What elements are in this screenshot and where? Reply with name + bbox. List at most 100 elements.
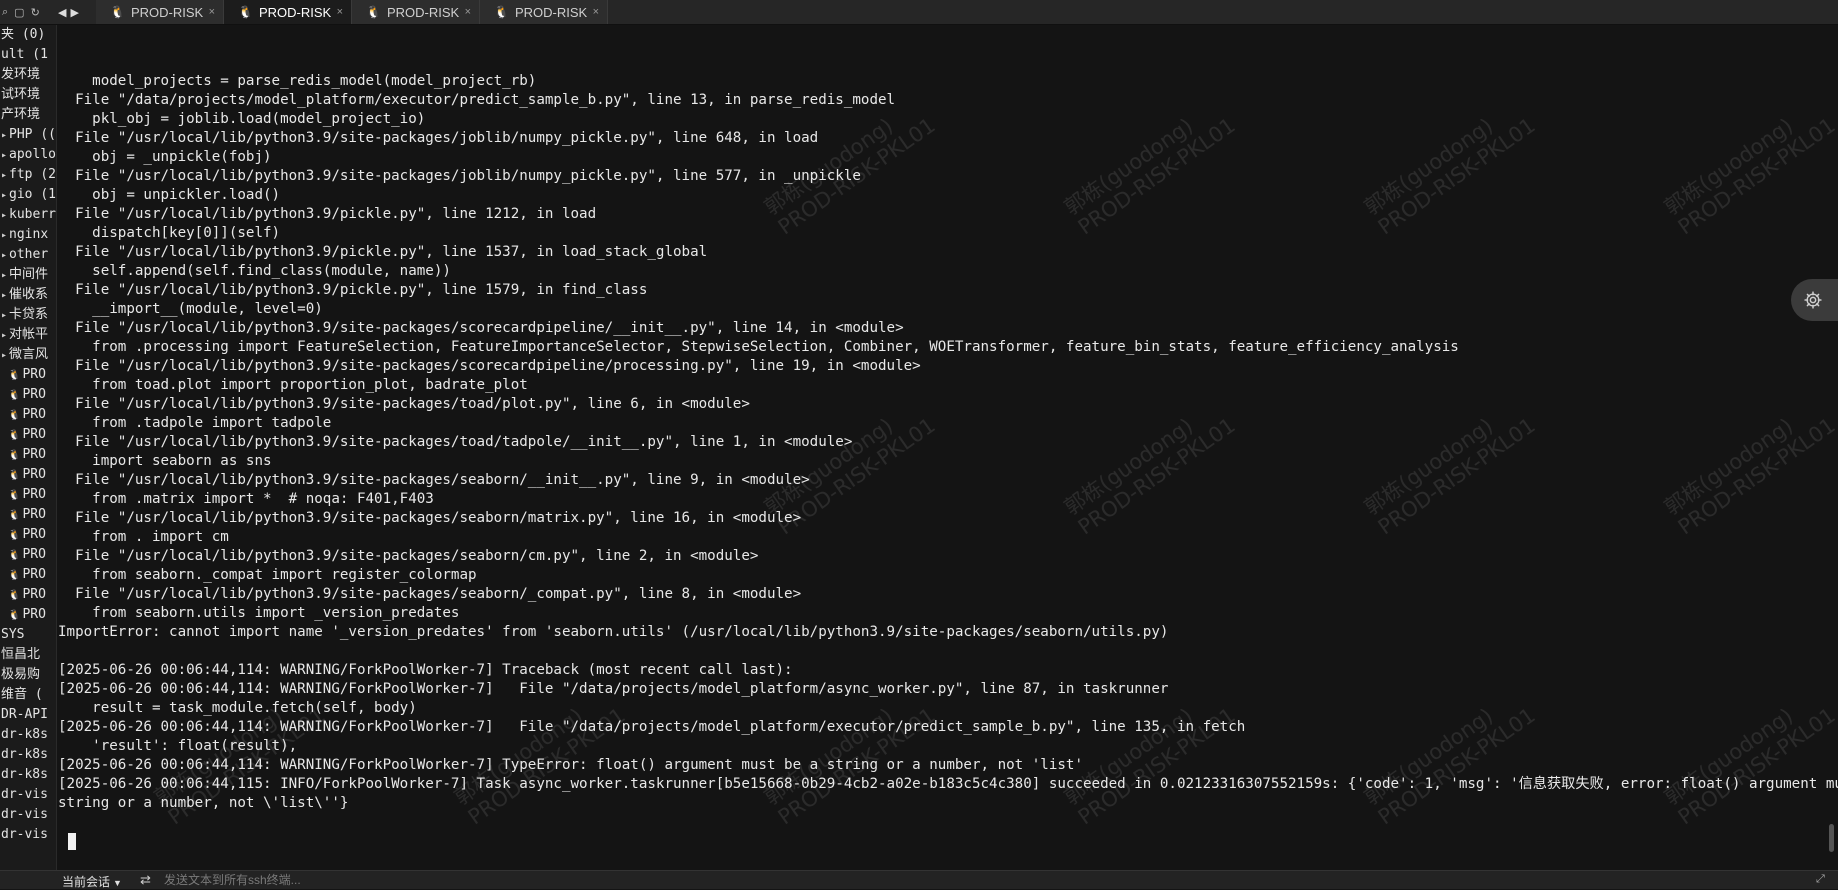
close-icon[interactable]: × [465,6,471,18]
sidebar-item-label: DR-API [1,707,48,722]
sidebar-item-label: nginx [9,227,49,242]
expand-icon[interactable]: ⤢ [1816,873,1825,886]
terminal-line: from seaborn.utils import _version_preda… [58,605,460,621]
sidebar-item[interactable]: ▸ ftp (2 [0,165,56,185]
tab-3[interactable]: 🐧 PROD-RISK-... × [352,0,480,24]
sidebar-item-label: 中间件 [9,267,49,282]
window-icon[interactable]: ▢ [14,6,24,19]
tab-label: PROD-RISK-... [514,4,587,20]
sidebar-item[interactable]: ▸ kuberr [0,205,56,225]
swap-icon[interactable]: ⇄ [140,872,151,888]
sidebar-item-label: other [9,247,49,262]
sidebar-item[interactable]: ▸ 卡贷系 [0,305,56,325]
session-list: 夹 (0) ult (1 发环境 试环境 产环境 ▸ PHP ((▸ apollo ▸ ftp (… [0,25,56,845]
toolbar-icons: ⌕ ▢ ↻ [0,6,50,19]
sidebar-item[interactable]: 🐧 PRO [0,405,56,425]
sidebar-item-label: SYS [1,627,25,642]
sidebar-item-label: dr-vis [1,807,48,822]
tux-icon: 🐧 [8,370,21,381]
sidebar-item-label: apollo [9,147,56,162]
sidebar-item[interactable]: 夹 (0) [0,25,56,45]
sidebar-item-label: 极易购 [1,667,41,682]
sidebar-item[interactable]: dr-k8s [0,745,56,765]
sidebar-item[interactable]: ▸ 微言风 [0,345,56,365]
terminal-line: [2025-06-26 00:06:44,114: WARNING/ForkPo… [58,757,1083,773]
sidebar-item[interactable]: dr-vis [0,825,56,845]
terminal-line: File "/usr/local/lib/python3.9/site-pack… [58,510,802,526]
sidebar-item[interactable]: DR-API [0,705,56,725]
tux-icon: 🐧 [8,590,21,601]
terminal-output[interactable]: model_projects = parse_redis_model(model… [58,34,1838,864]
sidebar-item[interactable]: ▸ PHP (( [0,125,56,145]
sidebar-item-label: gio (1 [9,187,56,202]
sidebar-item-label: ftp (2 [9,167,56,182]
sidebar-item[interactable]: 产环境 [0,105,56,125]
sidebar-item[interactable]: 恒昌北 [0,645,56,665]
sidebar-item[interactable]: dr-k8s [0,725,56,745]
sidebar-item[interactable]: ▸ other [0,245,56,265]
sidebar-item[interactable]: 🐧 PRO [0,545,56,565]
sidebar-item[interactable]: 试环境 [0,85,56,105]
sidebar-item-label: PRO [22,387,46,402]
refresh-icon[interactable]: ↻ [31,6,40,19]
sidebar-item[interactable]: ▸ 中间件 [0,265,56,285]
settings-button[interactable] [1791,279,1838,321]
folder-icon: ▸ [1,270,8,281]
sidebar-item[interactable]: ult (1 [0,45,56,65]
tux-icon: 🐧 [110,5,125,19]
sidebar-item[interactable]: 🐧 PRO [0,585,56,605]
sidebar-item[interactable]: 🐧 PRO [0,525,56,545]
sidebar-item-label: ult (1 [1,47,48,62]
tab-1[interactable]: 🐧 PROD-RISK-... × [96,0,224,24]
sidebar-item[interactable]: 🐧 PRO [0,485,56,505]
sidebar-item[interactable]: 极易购 [0,665,56,685]
tab-2[interactable]: 🐧 PROD-RISK-... × [224,0,352,24]
sidebar-item-label: dr-vis [1,787,48,802]
tux-icon: 🐧 [8,430,21,441]
sidebar-item[interactable]: dr-vis [0,785,56,805]
session-dropdown[interactable]: 当前会话 ▼ [62,873,122,890]
send-to-all-input[interactable] [164,872,764,887]
sidebar-item-label: PRO [22,427,46,442]
sidebar-item[interactable]: SYS [0,625,56,645]
sidebar-item[interactable]: 🐧 PRO [0,565,56,585]
tux-icon: 🐧 [8,450,21,461]
close-icon[interactable]: × [337,6,343,18]
sidebar-item[interactable]: ▸ 对帐平 [0,325,56,345]
terminal-line: ImportError: cannot import name '_versio… [58,624,1169,640]
sidebar-item[interactable]: dr-vis [0,805,56,825]
terminal-line: from seaborn._compat import register_col… [58,567,477,583]
gear-icon [1804,291,1822,309]
close-icon[interactable]: × [209,6,215,18]
sidebar-item[interactable]: ▸ 催收系 [0,285,56,305]
tab-4[interactable]: 🐧 PROD-RISK-... × [480,0,608,24]
sidebar-item[interactable]: ▸ apollo [0,145,56,165]
sidebar-item[interactable]: 发环境 [0,65,56,85]
sidebar-item-label: 产环境 [1,107,41,122]
folder-icon: ▸ [1,290,8,301]
search-icon[interactable]: ⌕ [2,6,8,19]
sidebar-item[interactable]: 维音 ( [0,685,56,705]
sidebar-item[interactable]: 🐧 PRO [0,385,56,405]
sidebar-item[interactable]: 🐧 PRO [0,425,56,445]
sidebar-item[interactable]: ▸ gio (1 [0,185,56,205]
close-icon[interactable]: × [593,6,599,18]
sidebar-item[interactable]: 🐧 PRO [0,605,56,625]
sidebar-item[interactable]: ▸ nginx [0,225,56,245]
tux-icon: 🐧 [8,550,21,561]
sidebar-item[interactable]: dr-k8s [0,765,56,785]
chevron-right-icon[interactable]: ▶ [70,6,78,19]
terminal-line: result = task_module.fetch(self, body) [58,700,417,716]
sidebar-item[interactable]: 🐧 PRO [0,505,56,525]
sidebar-item[interactable]: 🐧 PRO [0,445,56,465]
sidebar-item[interactable]: 🐧 PRO [0,365,56,385]
sidebar-item[interactable]: 🐧 PRO [0,465,56,485]
chevron-left-icon[interactable]: ◀ [58,6,66,19]
terminal-line: File "/usr/local/lib/python3.9/site-pack… [58,130,819,146]
tab-nav: ◀ ▶ [50,6,96,19]
tux-icon: 🐧 [494,5,509,19]
scrollbar-thumb[interactable] [1829,824,1834,852]
sidebar-item-label: PRO [22,407,46,422]
sidebar-item-label: PRO [22,547,46,562]
